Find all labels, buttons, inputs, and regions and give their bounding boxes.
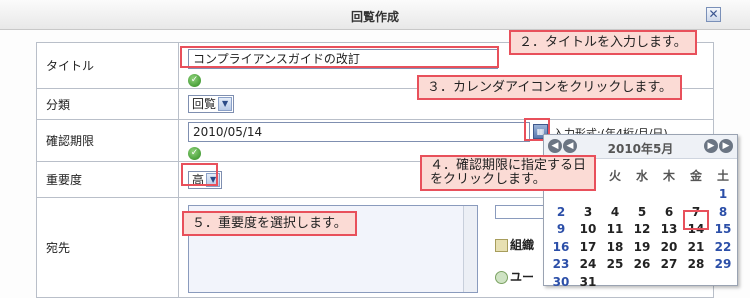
category-selected: 回覧: [192, 97, 217, 111]
calendar-day[interactable]: 13: [656, 222, 682, 236]
org-button[interactable]: 組織: [495, 236, 534, 253]
user-button[interactable]: ユー: [495, 268, 534, 285]
selected-day-highlight: [683, 210, 709, 230]
calendar-day[interactable]: 24: [575, 257, 601, 271]
calendar-day[interactable]: 11: [602, 222, 628, 236]
weekday-header: 金: [689, 169, 702, 183]
calendar-day[interactable]: 29: [710, 257, 736, 271]
calendar-day[interactable]: 2: [548, 205, 574, 219]
calendar-day[interactable]: 31: [575, 275, 601, 289]
calendar-day[interactable]: 27: [656, 257, 682, 271]
callout-step3: ３．カレンダアイコンをクリックします。: [417, 75, 683, 100]
calendar-day[interactable]: 18: [602, 240, 628, 254]
importance-label: 重要度: [36, 161, 179, 198]
chevron-down-icon: ▼: [218, 97, 233, 111]
next-month-icon[interactable]: ▶: [704, 139, 718, 153]
weekday-header: 土: [716, 169, 729, 183]
calendar-day[interactable]: 8: [710, 205, 736, 219]
calendar-day[interactable]: 4: [602, 205, 628, 219]
callout-step5: ５．重要度を選択します。: [182, 211, 357, 236]
weekday-header: 火: [608, 169, 621, 183]
weekday-header: 木: [662, 169, 675, 183]
close-icon[interactable]: ✕: [706, 7, 721, 22]
callout-step4: ４．確認期限に指定する日 をクリックします。: [420, 155, 597, 191]
recipients-label: 宛先: [36, 197, 179, 298]
user-icon: [495, 271, 508, 284]
deadline-label: 確認期限: [36, 119, 179, 162]
calendar-day[interactable]: 12: [629, 222, 655, 236]
calendar-day[interactable]: 16: [548, 240, 574, 254]
calendar-day[interactable]: 10: [575, 222, 601, 236]
dialog-titlebar: 回覧作成 ✕: [0, 0, 750, 30]
calendar-day[interactable]: 15: [710, 222, 736, 236]
weekday-header: 水: [635, 169, 648, 183]
deadline-input[interactable]: 2010/05/14: [188, 121, 530, 142]
calendar-day[interactable]: 25: [602, 257, 628, 271]
importance-select-highlight: [181, 163, 218, 186]
category-select[interactable]: 回覧 ▼: [188, 95, 235, 113]
calendar-day[interactable]: 23: [548, 257, 574, 271]
calendar-day[interactable]: 26: [629, 257, 655, 271]
organization-icon: [495, 239, 508, 252]
calendar-day[interactable]: 9: [548, 222, 574, 236]
calendar-day[interactable]: 1: [710, 187, 736, 201]
org-label: 組織: [510, 238, 535, 252]
title-label: タイトル: [36, 42, 179, 89]
calendar-day[interactable]: 19: [629, 240, 655, 254]
scrollbar[interactable]: [463, 206, 477, 292]
next-year-icon[interactable]: ▶: [719, 139, 733, 153]
calendar-day[interactable]: 22: [710, 240, 736, 254]
calendar-day[interactable]: 21: [683, 240, 709, 254]
callout-step2: ２．タイトルを入力します。: [509, 30, 697, 55]
title-valid-check-icon: ✓: [188, 73, 201, 87]
category-label: 分類: [36, 88, 179, 120]
calendar-day[interactable]: 3: [575, 205, 601, 219]
calendar-day[interactable]: 28: [683, 257, 709, 271]
user-label: ユー: [510, 270, 535, 284]
deadline-valid-check-icon: ✓: [188, 146, 201, 160]
calendar-day[interactable]: 20: [656, 240, 682, 254]
title-input-highlight: [180, 46, 499, 68]
dialog-title: 回覧作成: [350, 10, 399, 24]
calendar-day[interactable]: 30: [548, 275, 574, 289]
calendar-day[interactable]: 6: [656, 205, 682, 219]
calendar-day[interactable]: 17: [575, 240, 601, 254]
calendar-day[interactable]: 5: [629, 205, 655, 219]
